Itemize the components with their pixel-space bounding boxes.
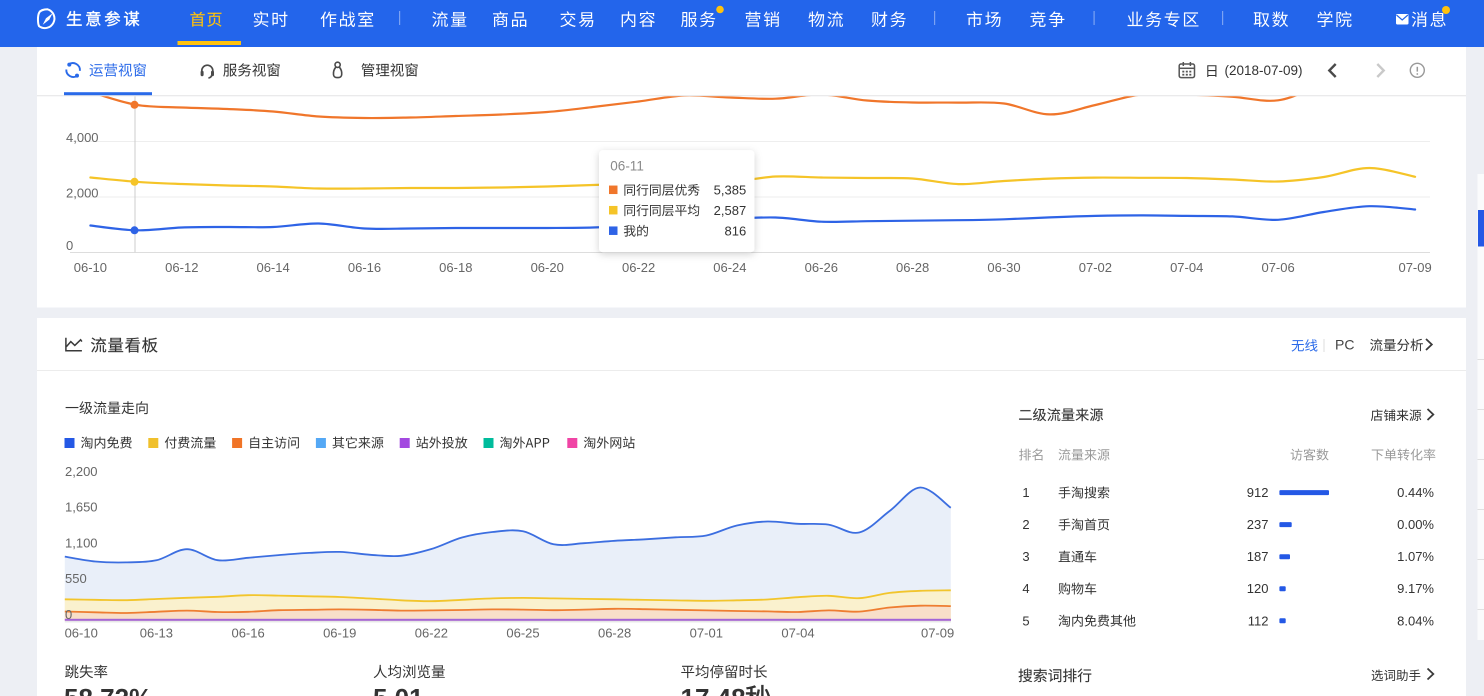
svg-text:06-13: 06-13 — [140, 626, 173, 641]
svg-text:550: 550 — [65, 571, 87, 586]
svg-text:912: 912 — [1247, 485, 1269, 500]
svg-text:06-28: 06-28 — [598, 626, 631, 641]
svg-text:1,100: 1,100 — [65, 535, 98, 550]
svg-text:06-16: 06-16 — [348, 260, 381, 275]
svg-text:06-22: 06-22 — [415, 626, 448, 641]
svg-text:07-02: 07-02 — [1079, 260, 1112, 275]
svg-text:2,000: 2,000 — [66, 185, 99, 200]
svg-text:06-19: 06-19 — [323, 626, 356, 641]
svg-text:0.00%: 0.00% — [1397, 517, 1434, 532]
svg-text:187: 187 — [1247, 549, 1269, 564]
svg-text:06-10: 06-10 — [65, 626, 98, 641]
svg-text:2,200: 2,200 — [65, 464, 98, 479]
svg-text:07-01: 07-01 — [690, 626, 723, 641]
svg-text:816: 816 — [724, 223, 746, 238]
svg-text:PC: PC — [1335, 337, 1354, 353]
svg-text:07-04: 07-04 — [1170, 260, 1203, 275]
svg-text:2: 2 — [1022, 517, 1029, 532]
svg-text:4,000: 4,000 — [66, 130, 99, 145]
svg-text:06-22: 06-22 — [622, 260, 655, 275]
svg-text:0: 0 — [66, 238, 73, 253]
svg-text:112: 112 — [1248, 613, 1269, 628]
svg-text:0.44%: 0.44% — [1397, 485, 1434, 500]
svg-text:120: 120 — [1247, 581, 1269, 596]
svg-text:3: 3 — [1022, 549, 1029, 564]
svg-text:06-24: 06-24 — [713, 260, 746, 275]
svg-text:(2018-07-09): (2018-07-09) — [1225, 63, 1303, 78]
svg-text:07-09: 07-09 — [1398, 260, 1431, 275]
svg-text:5,385: 5,385 — [714, 183, 747, 198]
svg-text:07-09: 07-09 — [921, 626, 954, 641]
svg-text:4: 4 — [1022, 581, 1029, 596]
svg-text:2,587: 2,587 — [714, 203, 747, 218]
svg-text:1: 1 — [1022, 485, 1029, 500]
svg-text:06-26: 06-26 — [805, 260, 838, 275]
svg-text:8.04%: 8.04% — [1397, 613, 1434, 628]
svg-text:5: 5 — [1022, 613, 1029, 628]
svg-text:58.72%: 58.72% — [64, 683, 152, 696]
svg-text:07-04: 07-04 — [781, 626, 814, 641]
svg-text:07-06: 07-06 — [1261, 260, 1294, 275]
svg-text:237: 237 — [1247, 517, 1269, 532]
svg-text:1.07%: 1.07% — [1397, 549, 1434, 564]
svg-text:06-20: 06-20 — [531, 260, 564, 275]
svg-text:06-30: 06-30 — [987, 260, 1020, 275]
svg-text:06-10: 06-10 — [74, 260, 107, 275]
svg-text:0: 0 — [65, 607, 72, 622]
svg-text:9.17%: 9.17% — [1397, 581, 1434, 596]
svg-text:06-28: 06-28 — [896, 260, 929, 275]
svg-text:06-25: 06-25 — [506, 626, 539, 641]
svg-text:17.48: 17.48 — [681, 683, 746, 696]
svg-text:5.01: 5.01 — [373, 683, 424, 696]
svg-text:06-14: 06-14 — [256, 260, 289, 275]
svg-text:06-11: 06-11 — [610, 159, 644, 174]
svg-text:06-18: 06-18 — [439, 260, 472, 275]
svg-text:06-16: 06-16 — [231, 626, 264, 641]
svg-text:1,650: 1,650 — [65, 500, 98, 515]
svg-text:06-12: 06-12 — [165, 260, 198, 275]
